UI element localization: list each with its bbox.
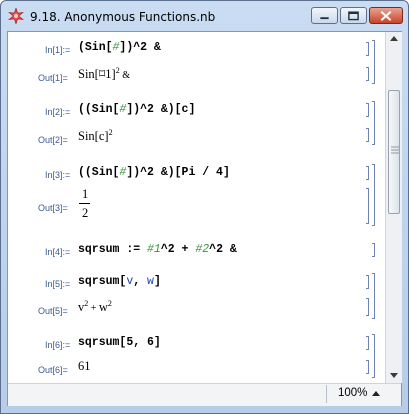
output-label: Out[5]= [38, 306, 68, 316]
input-label: In[6]:= [45, 340, 71, 350]
close-button[interactable] [369, 7, 403, 24]
cell-group-bracket[interactable] [372, 101, 375, 145]
cell-bracket[interactable] [366, 128, 369, 142]
grip-icon [391, 146, 399, 154]
zoom-level: 100% [338, 387, 368, 399]
maximize-icon [348, 11, 359, 21]
cell-group-bracket[interactable] [372, 273, 375, 319]
output-label: Out[3]= [38, 203, 68, 213]
cell-bracket[interactable] [366, 275, 369, 289]
vertical-scrollbar[interactable] [385, 32, 402, 383]
fraction-bar [79, 203, 90, 204]
close-icon [380, 10, 392, 22]
maximize-button[interactable] [340, 7, 367, 24]
scroll-up-icon[interactable] [386, 32, 402, 46]
title-bar[interactable]: 9.18. Anonymous Functions.nb [1, 1, 408, 31]
output-label: Out[2]= [38, 135, 68, 145]
cell-group-bracket[interactable] [372, 40, 375, 84]
output-label: Out[6]= [38, 365, 68, 375]
cell-bracket[interactable] [366, 166, 369, 180]
scroll-down-icon[interactable] [386, 368, 402, 382]
input-cell-1[interactable]: (Sin[#])^2 & [78, 41, 161, 54]
input-label: In[1]:= [45, 45, 71, 55]
input-cell-6[interactable]: sqrsum[5, 6] [78, 336, 161, 349]
cell-bracket[interactable] [366, 360, 369, 374]
input-cell-5[interactable]: sqrsum[v, w] [78, 275, 161, 288]
fraction-numerator: 1 [82, 187, 89, 201]
cell-bracket[interactable] [366, 298, 369, 316]
output-cell-5: v2 + w2 [78, 299, 112, 315]
notebook-area: In[1]:= (Sin[#])^2 & Out[1]= Sin[⌑1]2 & … [7, 31, 402, 406]
cell-bracket[interactable] [366, 188, 369, 224]
window-title: 9.18. Anonymous Functions.nb [30, 10, 216, 24]
zoom-control[interactable]: 100% [326, 385, 385, 403]
input-label: In[4]:= [45, 247, 71, 257]
notebook-window: 9.18. Anonymous Functions.nb In[1]:= (Si… [0, 0, 409, 414]
minimize-button[interactable] [311, 7, 338, 24]
input-cell-2[interactable]: ((Sin[#])^2 &)[c] [78, 103, 195, 116]
cell-bracket[interactable] [366, 103, 369, 117]
cell-group-bracket[interactable] [372, 334, 375, 378]
minimize-icon [320, 17, 329, 20]
output-cell-2: Sin[c]2 [78, 128, 113, 144]
zoom-dropdown-icon[interactable] [372, 391, 380, 397]
input-label: In[2]:= [45, 107, 71, 117]
fraction-denominator: 2 [82, 206, 89, 220]
scrollbar-thumb[interactable] [388, 90, 400, 214]
input-cell-4[interactable]: sqrsum := #1^2 + #2^2 & [78, 243, 237, 256]
cell-group-bracket[interactable] [372, 164, 375, 226]
notebook-content[interactable]: In[1]:= (Sin[#])^2 & Out[1]= Sin[⌑1]2 & … [8, 32, 385, 383]
input-cell-3[interactable]: ((Sin[#])^2 &)[Pi / 4] [78, 166, 230, 179]
output-cell-1: Sin[⌑1]2 & [78, 66, 130, 82]
cell-bracket[interactable] [366, 336, 369, 350]
mathematica-spikey-icon [8, 8, 24, 24]
cell-bracket[interactable] [366, 42, 369, 56]
input-label: In[5]:= [45, 279, 71, 289]
output-label: Out[1]= [38, 73, 68, 83]
output-cell-6: 61 [78, 359, 91, 373]
cell-bracket[interactable] [372, 243, 375, 257]
input-label: In[3]:= [45, 170, 71, 180]
cell-bracket[interactable] [366, 67, 369, 81]
